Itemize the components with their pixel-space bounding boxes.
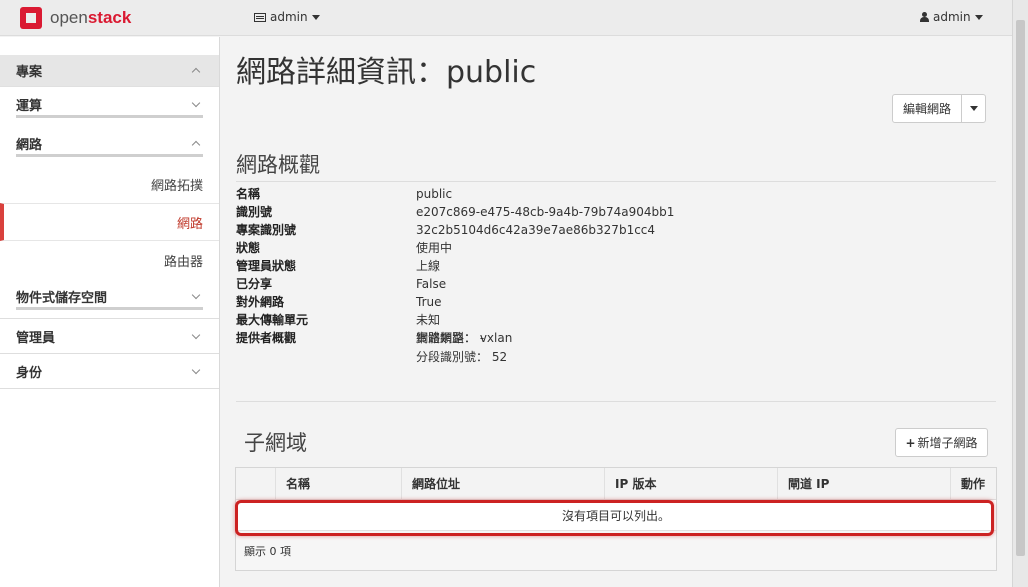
openstack-logo-icon [20,7,42,29]
column-header-ip-version[interactable]: IP 版本 [605,468,778,499]
sidebar-item-routers[interactable]: 路由器 [0,241,219,279]
overview-details: 名稱 public 識別號 e207c869-e475-48cb-9a4b-79b7… [236,185,674,347]
detail-label: 最大傳輸單元 [236,313,309,327]
overview-title: 網路概觀 [236,153,320,177]
detail-label: 名稱 [236,187,261,201]
add-subnet-button[interactable]: + 新增子網路 [895,428,988,457]
detail-row: 名稱 public [236,185,674,203]
scrollbar-thumb[interactable] [1016,20,1025,556]
page-title: 網路詳細資訊：public [236,55,537,90]
vertical-scrollbar[interactable] [1012,0,1028,587]
detail-label: 識別號 [236,205,273,219]
chevron-up-icon [191,67,201,77]
table-footer-count: 顯示 0 項 [236,530,996,570]
detail-value: 上線 [416,259,441,273]
project-dropdown-label: admin [270,10,308,24]
column-header-actions: 動作 [961,477,986,491]
sidebar-project-label: 專案 [16,65,43,80]
provider-segment-id: 分段識別號： 52 [416,350,508,364]
plus-icon: + [905,435,916,450]
provider-details: 實體網路： - 分段識別號： 52 [416,329,507,367]
detail-value: public [416,187,453,201]
top-navbar: openstack admin admin [0,0,1012,36]
detail-value: 未知 [416,313,441,327]
column-header-name[interactable]: 名稱 [276,468,402,499]
caret-down-icon [311,14,320,20]
chevron-up-icon [191,140,201,149]
subnets-table: 名稱 網路位址 IP 版本 閘道 IP 動作 沒有項目可以列出。 顯示 0 項 [235,467,997,571]
sidebar-group-network-label: 網路 [16,137,43,153]
user-icon [920,12,929,22]
user-dropdown[interactable]: admin [920,10,983,24]
caret-down-icon [969,106,978,111]
sidebar-project-header[interactable]: 專案 [0,55,219,87]
sidebar-group-object-store-label: 物件式儲存空間 [16,290,108,306]
detail-value: False [416,277,447,291]
select-column-header[interactable] [236,468,276,499]
project-dropdown[interactable]: admin [254,10,320,24]
openstack-logo[interactable]: openstack [20,7,131,29]
overview-divider [236,181,996,182]
sidebar-group-identity[interactable]: 身份 [0,354,219,388]
detail-label: 對外網路 [236,295,285,309]
empty-table-message: 沒有項目可以列出。 [236,500,996,530]
detail-row: 識別號 e207c869-e475-48cb-9a4b-79b74a904bb1 [236,203,674,221]
detail-label: 專案識別號 [236,223,297,237]
detail-label: 提供者概觀 [236,331,297,345]
project-list-icon [254,12,266,22]
detail-row: 最大傳輸單元 未知 [236,311,674,329]
detail-value: e207c869-e475-48cb-9a4b-79b74a904bb1 [416,205,675,219]
detail-row: 專案識別號 32c2b5104d6c42a39e7ae86b327b1cc4 [236,221,674,239]
detail-row: 已分享 False [236,275,674,293]
edit-network-button[interactable]: 編輯網路 [892,94,962,123]
sidebar-group-admin[interactable]: 管理員 [0,319,219,353]
add-subnet-label: 新增子網路 [917,436,978,450]
sidebar-group-compute-label: 運算 [16,98,43,114]
detail-row: 管理員狀態 上線 [236,257,674,275]
detail-label: 管理員狀態 [236,259,297,273]
detail-label: 狀態 [236,241,261,255]
sidebar-item-networks[interactable]: 網路 [0,203,219,241]
main-content: 網路詳細資訊：public 編輯網路 網路概觀 名稱 public 識別號 e207… [220,37,1012,587]
column-header-cidr[interactable]: 網路位址 [402,468,605,499]
detail-label: 已分享 [236,277,273,291]
detail-value: 32c2b5104d6c42a39e7ae86b327b1cc4 [416,223,656,237]
detail-value: True [416,295,442,309]
chevron-down-icon [191,290,201,299]
sidebar-group-admin-label: 管理員 [16,330,56,346]
detail-row: 狀態 使用中 [236,239,674,257]
user-dropdown-label: admin [933,10,971,24]
caret-down-icon [974,14,983,20]
chevron-down-icon [191,365,201,374]
table-header: 名稱 網路位址 IP 版本 閘道 IP 動作 [236,468,996,500]
section-divider [236,401,996,402]
brand-name: openstack [50,8,132,27]
sidebar-item-network-topology[interactable]: 網路拓撲 [0,165,219,203]
subnets-title: 子網域 [244,431,307,455]
chevron-down-icon [191,98,201,107]
chevron-down-icon [191,330,201,339]
sidebar-group-identity-label: 身份 [16,365,43,381]
column-header-gateway[interactable]: 閘道 IP [778,468,951,499]
detail-row: 對外網路 True [236,293,674,311]
sidebar: 專案 運算 網路 網路拓撲 網路 路由器 物件式儲存空間 管理員 身份 [0,37,220,587]
sidebar-group-network[interactable]: 網路 [0,126,219,157]
provider-physical-network: 實體網路： - [416,331,485,345]
sidebar-group-compute[interactable]: 運算 [0,87,219,118]
edit-network-actions-toggle[interactable] [961,94,986,123]
sidebar-group-object-store[interactable]: 物件式儲存空間 [0,279,219,310]
detail-value: 使用中 [416,241,453,255]
